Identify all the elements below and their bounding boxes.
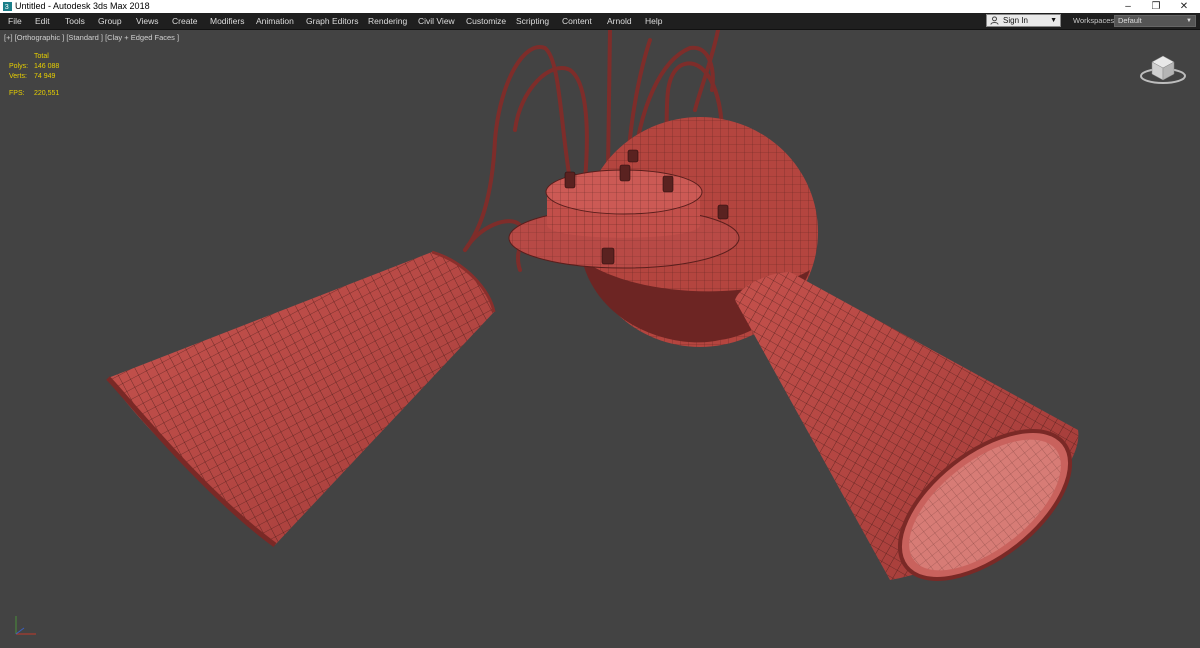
title-bar: 3 Untitled - Autodesk 3ds Max 2018 – ❐ ✕ bbox=[0, 0, 1200, 13]
workspaces-select[interactable]: Default ▼ bbox=[1114, 15, 1196, 27]
menu-rendering[interactable]: Rendering bbox=[368, 13, 407, 29]
close-button[interactable]: ✕ bbox=[1170, 0, 1198, 13]
viewcube-icon[interactable] bbox=[1138, 48, 1188, 88]
perspective-viewport[interactable]: [+] [Orthographic ] [Standard ] [Clay + … bbox=[0, 30, 1200, 648]
user-icon bbox=[990, 16, 999, 25]
menu-views[interactable]: Views bbox=[136, 13, 159, 29]
left-cone-shade bbox=[106, 250, 496, 548]
sign-in-label: Sign In bbox=[1003, 16, 1028, 25]
chevron-down-icon: ▼ bbox=[1050, 17, 1057, 24]
menu-arnold[interactable]: Arnold bbox=[607, 13, 632, 29]
menu-help[interactable]: Help bbox=[645, 13, 662, 29]
menu-graph-editors[interactable]: Graph Editors bbox=[306, 13, 358, 29]
axis-tripod-icon bbox=[15, 616, 36, 635]
workspaces-label: Workspaces: bbox=[1073, 16, 1117, 25]
menu-tools[interactable]: Tools bbox=[65, 13, 85, 29]
right-cone-shade bbox=[735, 272, 1079, 581]
restore-button[interactable]: ❐ bbox=[1142, 0, 1170, 13]
menu-civil-view[interactable]: Civil View bbox=[418, 13, 455, 29]
menu-content[interactable]: Content bbox=[562, 13, 592, 29]
minimize-button[interactable]: – bbox=[1114, 0, 1142, 13]
sign-in-dropdown[interactable]: Sign In ▼ bbox=[986, 14, 1061, 27]
window-title: Untitled - Autodesk 3ds Max 2018 bbox=[15, 1, 150, 11]
menu-create[interactable]: Create bbox=[172, 13, 198, 29]
menu-file[interactable]: File bbox=[8, 13, 22, 29]
menu-modifiers[interactable]: Modifiers bbox=[210, 13, 244, 29]
menu-customize[interactable]: Customize bbox=[466, 13, 506, 29]
menu-group[interactable]: Group bbox=[98, 13, 122, 29]
app-icon: 3 bbox=[3, 2, 12, 11]
chevron-down-icon: ▼ bbox=[1186, 18, 1192, 24]
menu-animation[interactable]: Animation bbox=[256, 13, 294, 29]
menu-edit[interactable]: Edit bbox=[35, 13, 50, 29]
svg-text:3: 3 bbox=[5, 2, 9, 11]
menu-scripting[interactable]: Scripting bbox=[516, 13, 549, 29]
workspaces-value: Default bbox=[1118, 16, 1142, 25]
lamp-model[interactable] bbox=[0, 30, 1200, 648]
